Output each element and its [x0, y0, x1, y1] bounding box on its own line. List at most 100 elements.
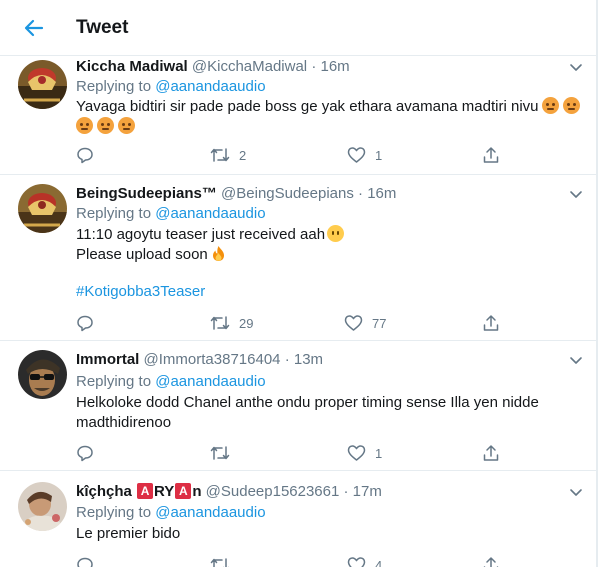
fire-emoji	[210, 245, 227, 262]
replying-to-link[interactable]: @aanandaaudio	[155, 205, 265, 222]
tweet-actions: 2 1	[76, 144, 499, 166]
author-name[interactable]: BeingSudeepians™	[76, 185, 217, 202]
replying-to-label: Replying to	[76, 504, 156, 521]
avatar[interactable]	[18, 350, 67, 399]
reply-button[interactable]	[76, 144, 103, 166]
reply-button[interactable]	[76, 312, 103, 334]
retweet-button[interactable]	[210, 442, 239, 464]
share-icon	[483, 147, 499, 163]
share-button[interactable]	[482, 312, 500, 334]
tweet-actions: 29 77	[76, 312, 499, 334]
author-name[interactable]: kîçhçha A RY An	[76, 483, 201, 500]
replying-to-link[interactable]: @aanandaaudio	[155, 78, 265, 95]
angry-face-emoji	[118, 117, 135, 134]
retweet-count: 2	[239, 147, 247, 163]
share-icon	[483, 557, 499, 567]
tweet-thread-page: Tweet Kiccha Madiwal @KicchaMadiwal · 16…	[0, 0, 598, 567]
reply-icon	[77, 315, 93, 332]
back-button[interactable]	[20, 14, 48, 42]
angry-face-emoji	[541, 97, 559, 114]
author-name[interactable]: Kiccha Madiwal	[76, 58, 188, 75]
tweet-reply[interactable]: kîçhçha A RY An @Sudeep15623661 · 17m Repl…	[0, 472, 598, 567]
tweet-actions: 1	[76, 442, 499, 464]
heart-icon	[344, 315, 363, 331]
tweet-text-line2: madthidirenoo	[76, 414, 172, 431]
like-button[interactable]: 4	[347, 554, 382, 567]
timestamp[interactable]: · 16m	[311, 58, 349, 75]
tweet-actions: 4	[76, 554, 499, 567]
tweet-reply[interactable]: BeingSudeepians™ @BeingSudeepians · 16m …	[0, 176, 598, 341]
heart-icon	[347, 147, 366, 163]
tweet-text: 11:10 agoytu teaser just received aah	[76, 226, 326, 243]
share-icon	[483, 445, 499, 461]
retweet-icon	[210, 558, 230, 567]
reply-icon	[77, 445, 93, 462]
heart-icon	[347, 557, 366, 567]
heart-icon	[347, 445, 366, 461]
page-title: Tweet	[76, 17, 129, 38]
tweet-menu-button[interactable]	[568, 352, 584, 368]
retweet-button[interactable]: 2	[210, 144, 246, 166]
tweet-reply[interactable]: Kiccha Madiwal @KicchaMadiwal · 16m Repl…	[0, 57, 598, 175]
retweet-icon	[210, 316, 230, 330]
replying-to-link[interactable]: @aanandaaudio	[155, 504, 265, 521]
reply-button[interactable]	[76, 554, 94, 567]
reply-icon	[77, 147, 93, 164]
tweet-text: Yavaga bidtiri sir pade pade boss ge yak…	[76, 98, 539, 115]
avatar[interactable]	[18, 60, 67, 109]
like-count: 1	[375, 445, 383, 461]
share-button[interactable]	[482, 442, 500, 464]
reply-icon	[77, 557, 93, 567]
angry-face-emoji	[76, 117, 93, 134]
angry-face-emoji	[97, 117, 114, 134]
tweet-text: Le premier bido	[76, 525, 181, 542]
avatar[interactable]	[18, 184, 67, 233]
share-icon	[483, 315, 499, 331]
timestamp[interactable]: · 17m	[344, 483, 382, 500]
author-name[interactable]: Immortal	[76, 351, 139, 368]
tweet-text-line2: Please upload soon	[76, 246, 208, 263]
like-count: 1	[375, 147, 383, 163]
hashtag-link[interactable]: #Kotigobba3Teaser	[76, 283, 205, 300]
chevron-down-icon	[570, 489, 582, 496]
like-button[interactable]: 1	[347, 144, 382, 166]
reply-button[interactable]	[76, 442, 103, 464]
share-button[interactable]	[482, 144, 500, 166]
timestamp[interactable]: · 16m	[358, 185, 396, 202]
retweet-icon	[210, 446, 230, 460]
retweet-count: 29	[239, 315, 254, 331]
retweet-button[interactable]: 29	[210, 312, 253, 334]
letter-a-badge: A	[175, 483, 192, 499]
avatar[interactable]	[18, 482, 67, 531]
author-handle[interactable]: @Immorta38716404	[144, 351, 281, 368]
chevron-down-icon	[570, 64, 582, 71]
author-handle[interactable]: @Sudeep15623661	[206, 483, 340, 500]
angry-face-emoji	[562, 97, 580, 114]
author-handle[interactable]: @BeingSudeepians	[221, 185, 354, 202]
author-name-part: kîçhçha	[76, 483, 137, 500]
like-count: 77	[372, 315, 387, 331]
letter-a-badge: A	[137, 483, 154, 499]
tweet-menu-button[interactable]	[568, 484, 584, 500]
author-handle[interactable]: @KicchaMadiwal	[192, 58, 307, 75]
share-button[interactable]	[482, 554, 500, 567]
timestamp[interactable]: · 13m	[285, 351, 323, 368]
chevron-down-icon	[570, 357, 582, 364]
like-button[interactable]: 1	[347, 442, 382, 464]
chevron-down-icon	[570, 191, 582, 198]
author-name-part: RY	[154, 483, 175, 500]
replying-to-label: Replying to	[76, 205, 156, 222]
like-count: 4	[375, 557, 383, 567]
tweet-menu-button[interactable]	[568, 59, 584, 75]
page-header: Tweet	[0, 0, 598, 56]
tweet-menu-button[interactable]	[568, 186, 584, 202]
replying-to-label: Replying to	[76, 373, 156, 390]
like-button[interactable]: 77	[344, 312, 386, 334]
retweet-button[interactable]	[210, 554, 230, 567]
neutral-face-emoji	[327, 225, 345, 242]
retweet-icon	[210, 148, 230, 162]
replying-to-label: Replying to	[76, 78, 156, 95]
replying-to-link[interactable]: @aanandaaudio	[155, 373, 265, 390]
tweet-reply[interactable]: Immortal @Immorta38716404 · 13m Replying…	[0, 342, 598, 471]
author-name-part: n	[192, 483, 202, 500]
